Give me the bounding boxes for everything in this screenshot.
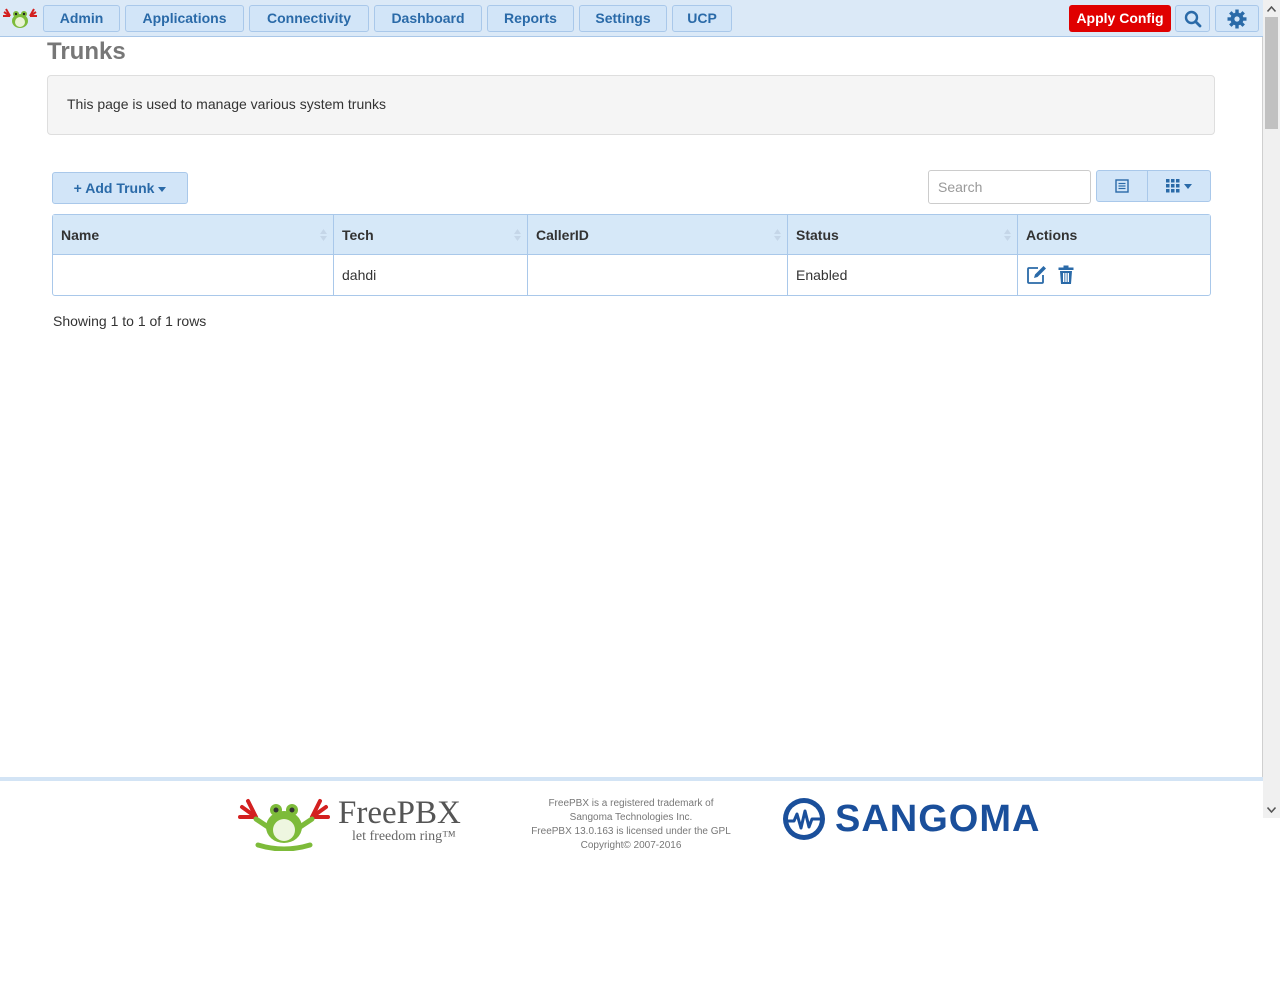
freepbx-tagline: let freedom ring™ — [352, 829, 456, 844]
search-input[interactable] — [928, 170, 1091, 204]
legal-line: Copyright© 2007-2016 — [580, 840, 682, 851]
cell-tech: dahdi — [334, 255, 528, 295]
cell-status: Enabled — [788, 255, 1018, 295]
cell-name — [53, 255, 334, 295]
column-header-actions: Actions — [1018, 215, 1210, 255]
column-header-tech[interactable]: Tech — [334, 215, 528, 255]
nav-search-button[interactable] — [1175, 5, 1210, 32]
scroll-down-arrow-icon[interactable] — [1263, 801, 1280, 818]
scrollbar-thumb[interactable] — [1265, 17, 1278, 129]
apply-config-button[interactable]: Apply Config — [1069, 5, 1171, 32]
page-description: This page is used to manage various syst… — [67, 96, 387, 112]
trash-icon[interactable] — [1058, 265, 1074, 285]
pagination-summary: Showing 1 to 1 of 1 rows — [53, 313, 207, 329]
legal-line: Sangoma Technologies Inc. — [569, 812, 693, 823]
vertical-scrollbar[interactable] — [1263, 0, 1280, 818]
nav-connectivity[interactable]: Connectivity — [249, 5, 369, 32]
table-header-row: Name Tech CallerID Status Actions — [53, 215, 1210, 255]
edit-icon[interactable] — [1026, 265, 1048, 285]
columns-dropdown-button[interactable] — [1147, 170, 1211, 202]
nav-admin[interactable]: Admin — [43, 5, 120, 32]
info-well: This page is used to manage various syst… — [47, 75, 1215, 135]
toggle-view-button[interactable] — [1096, 170, 1148, 202]
freepbx-wordmark: FreePBX — [338, 795, 461, 831]
add-trunk-button[interactable]: + Add Trunk — [52, 172, 188, 204]
legal-line: FreePBX 13.0.163 is licensed under the G… — [531, 826, 731, 837]
add-trunk-label: Add Trunk — [85, 180, 155, 196]
sort-icon — [774, 229, 781, 241]
column-header-status[interactable]: Status — [788, 215, 1018, 255]
nav-settings-button[interactable] — [1215, 5, 1259, 32]
trunks-table: Name Tech CallerID Status Actions dahdi … — [52, 214, 1211, 296]
cell-callerid — [528, 255, 788, 295]
table-row: dahdi Enabled — [53, 255, 1210, 295]
caret-down-icon — [158, 186, 167, 192]
sort-icon — [514, 229, 521, 241]
scroll-up-arrow-icon[interactable] — [1263, 0, 1280, 17]
column-label: Actions — [1026, 226, 1078, 243]
cell-actions — [1018, 255, 1210, 295]
sort-icon — [1004, 229, 1011, 241]
sangoma-globe-icon — [783, 798, 825, 840]
grid-icon — [1166, 179, 1180, 193]
nav-settings[interactable]: Settings — [579, 5, 667, 32]
nav-applications[interactable]: Applications — [125, 5, 244, 32]
column-label: CallerID — [536, 226, 589, 243]
page-title: Trunks — [47, 38, 126, 65]
plus-icon: + — [73, 180, 82, 196]
legal-line: FreePBX is a registered trademark of — [548, 798, 714, 809]
column-header-callerid[interactable]: CallerID — [528, 215, 788, 255]
nav-dashboard[interactable]: Dashboard — [374, 5, 482, 32]
freepbx-frog-logo-icon[interactable] — [2, 6, 38, 30]
caret-down-icon — [1184, 183, 1192, 189]
gear-icon — [1227, 9, 1247, 28]
search-icon — [1184, 10, 1201, 27]
nav-ucp[interactable]: UCP — [672, 5, 732, 32]
footer-legal: FreePBX is a registered trademark of San… — [520, 797, 742, 853]
list-icon — [1115, 179, 1129, 193]
sangoma-wordmark: SANGOMA — [835, 798, 1041, 840]
column-label: Status — [796, 226, 839, 243]
column-label: Name — [61, 226, 100, 243]
column-header-name[interactable]: Name — [53, 215, 334, 255]
freepbx-frog-icon — [238, 799, 330, 851]
page-container: Admin Applications Connectivity Dashboar… — [0, 0, 1263, 878]
sort-icon — [320, 229, 327, 241]
top-navbar: Admin Applications Connectivity Dashboar… — [0, 0, 1263, 37]
column-label: Tech — [342, 226, 374, 243]
nav-reports[interactable]: Reports — [487, 5, 574, 32]
